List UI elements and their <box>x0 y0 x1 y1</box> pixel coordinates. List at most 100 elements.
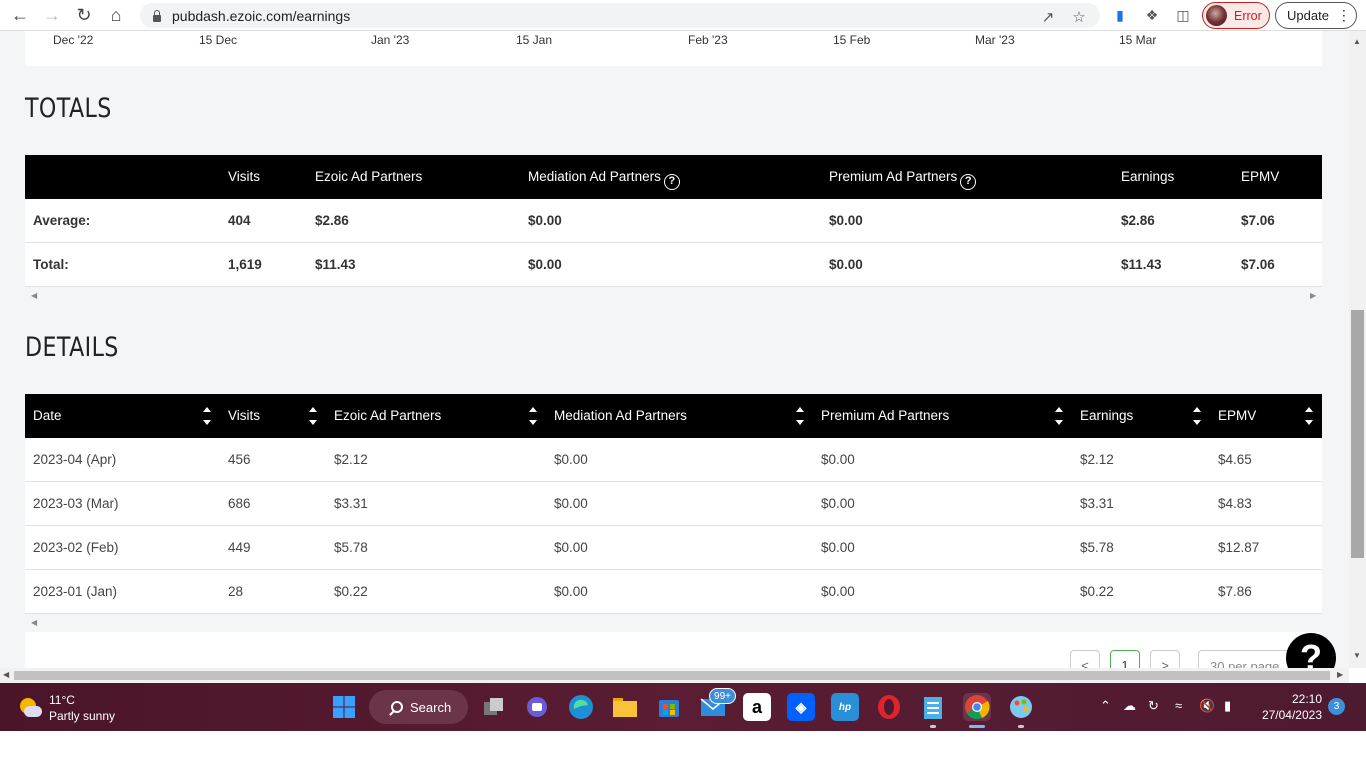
weather-condition: Partly sunny <box>49 709 116 723</box>
help-circle-icon[interactable]: ? <box>663 174 680 190</box>
microsoft-store-icon[interactable] <box>655 693 683 721</box>
wifi-icon[interactable]: ≈ <box>1175 698 1182 713</box>
forward-arrow-icon[interactable]: → <box>36 0 68 31</box>
cell: 686 <box>228 496 251 511</box>
clock[interactable]: 22:10 27/04/2023 <box>1258 691 1322 723</box>
sync-icon[interactable]: ↻ <box>1148 698 1159 714</box>
sort-icon[interactable] <box>202 406 212 426</box>
sort-icon[interactable] <box>1054 406 1064 426</box>
scroll-thumb[interactable] <box>1351 310 1364 558</box>
back-arrow-icon[interactable]: ← <box>4 0 36 31</box>
chevron-up-icon[interactable]: ⌃ <box>1100 698 1111 714</box>
myhp-icon[interactable]: hp <box>831 693 859 721</box>
weather-widget[interactable]: 11°C Partly sunny <box>18 692 115 724</box>
side-panel-icon[interactable]: ◫ <box>1173 5 1193 25</box>
x-tick: 15 Jan <box>516 33 553 47</box>
col-premium[interactable]: Premium Ad Partners <box>821 394 949 438</box>
extensions-puzzle-icon[interactable]: ❖ <box>1142 5 1162 25</box>
scroll-left-icon[interactable]: ◀ <box>31 618 37 627</box>
col-epmv[interactable]: EPMV <box>1218 394 1256 438</box>
vertical-scrollbar[interactable]: ▲ ▼ <box>1349 31 1366 668</box>
cell: $0.00 <box>829 257 863 272</box>
cell: $2.86 <box>1121 213 1155 228</box>
volume-muted-icon[interactable]: 🔇 <box>1199 698 1215 714</box>
cell: $0.00 <box>554 452 588 467</box>
totals-horizontal-scrollbar[interactable]: ◀ ▶ <box>25 287 1322 306</box>
battery-icon[interactable]: ▮ <box>1224 698 1231 714</box>
active-indicator <box>969 725 985 728</box>
cell: $0.00 <box>554 496 588 511</box>
scroll-down-icon[interactable]: ▼ <box>1353 651 1361 660</box>
more-menu-icon: ⋮ <box>1336 7 1351 23</box>
clock-time: 22:10 <box>1291 692 1322 706</box>
edge-browser-icon[interactable] <box>567 693 595 721</box>
scroll-left-icon[interactable]: ◀ <box>31 291 37 300</box>
help-button[interactable]: ? <box>1286 633 1336 668</box>
browser-toolbar: ← → ↻ ⌂ pubdash.ezoic.com/earnings ↗ ☆ ▮… <box>0 0 1366 31</box>
sort-icon[interactable] <box>308 406 318 426</box>
opera-icon[interactable] <box>875 693 903 721</box>
scroll-right-icon[interactable]: ▶ <box>1337 670 1343 679</box>
sort-icon[interactable] <box>1192 406 1202 426</box>
details-header-row: Date Visits Ezoic Ad Partners Mediation … <box>25 394 1322 438</box>
page-horizontal-scrollbar[interactable]: ◀ ▶ <box>0 668 1349 683</box>
running-indicator <box>1018 725 1024 728</box>
cell: $0.00 <box>528 213 562 228</box>
bookmark-star-icon[interactable]: ☆ <box>1068 6 1090 28</box>
chat-icon[interactable] <box>523 693 551 721</box>
page-1-button[interactable]: 1 <box>1110 650 1140 668</box>
amazon-icon[interactable]: a <box>743 693 771 721</box>
update-button[interactable]: Update ⋮ <box>1275 2 1357 29</box>
x-tick: Feb '23 <box>688 33 728 47</box>
scroll-thumb[interactable] <box>14 671 1330 680</box>
scroll-left-icon[interactable]: ◀ <box>3 670 9 679</box>
col-premium-label: Premium Ad Partners <box>829 169 958 184</box>
paint-icon[interactable] <box>1007 693 1035 721</box>
cell: $7.06 <box>1241 257 1275 272</box>
weather-text: 11°C Partly sunny <box>49 692 115 724</box>
cell: $0.00 <box>821 540 855 555</box>
col-date[interactable]: Date <box>33 394 62 438</box>
reload-icon[interactable]: ↻ <box>68 0 100 31</box>
onedrive-icon[interactable]: ☁ <box>1123 698 1136 714</box>
taskbar-search[interactable]: Search <box>369 690 468 724</box>
windows-start-icon[interactable] <box>330 693 358 721</box>
scroll-up-icon[interactable]: ▲ <box>1353 37 1361 46</box>
sort-icon[interactable] <box>1304 406 1314 426</box>
details-horizontal-scrollbar[interactable]: ◀ <box>25 614 1322 633</box>
x-tick: 15 Dec <box>199 33 238 47</box>
cell-date: 2023-01 (Jan) <box>33 584 118 599</box>
profile-error-chip[interactable]: Error <box>1202 2 1270 29</box>
totals-title: TOTALS <box>25 93 112 124</box>
table-row: 2023-01 (Jan) 28 $0.22 $0.00 $0.00 $0.22… <box>25 570 1322 614</box>
extension-bookmark-icon[interactable]: ▮ <box>1110 5 1130 25</box>
cell: $5.78 <box>1080 540 1114 555</box>
notepad-icon[interactable] <box>919 693 947 721</box>
prev-page-button[interactable]: < <box>1070 650 1100 668</box>
sort-icon[interactable] <box>795 406 805 426</box>
scroll-right-icon[interactable]: ▶ <box>1310 291 1316 300</box>
cell: $0.22 <box>1080 584 1114 599</box>
table-row: 2023-04 (Apr) 456 $2.12 $0.00 $0.00 $2.1… <box>25 438 1322 482</box>
col-mediation[interactable]: Mediation Ad Partners <box>554 394 687 438</box>
chrome-icon[interactable] <box>963 693 991 721</box>
notification-count[interactable]: 3 <box>1328 698 1345 715</box>
share-icon[interactable]: ↗ <box>1037 6 1059 28</box>
col-ezoic[interactable]: Ezoic Ad Partners <box>334 394 441 438</box>
next-page-button[interactable]: > <box>1150 650 1180 668</box>
address-bar[interactable]: pubdash.ezoic.com/earnings ↗ ☆ <box>140 3 1100 28</box>
sort-icon[interactable] <box>528 406 538 426</box>
cell: $7.86 <box>1218 584 1252 599</box>
home-icon[interactable]: ⌂ <box>100 0 132 31</box>
col-earnings[interactable]: Earnings <box>1080 394 1133 438</box>
cell: $2.12 <box>334 452 368 467</box>
help-circle-icon[interactable]: ? <box>960 174 977 190</box>
task-view-icon[interactable] <box>480 693 508 721</box>
table-row: Average: 404 $2.86 $0.00 $0.00 $2.86 $7.… <box>25 199 1322 243</box>
cell: $0.00 <box>528 257 562 272</box>
file-explorer-icon[interactable] <box>611 693 639 721</box>
col-mediation: Mediation Ad Partners? <box>528 155 680 199</box>
x-tick: Jan '23 <box>371 33 410 47</box>
dropbox-icon[interactable]: ◈ <box>787 693 815 721</box>
col-visits[interactable]: Visits <box>228 394 260 438</box>
